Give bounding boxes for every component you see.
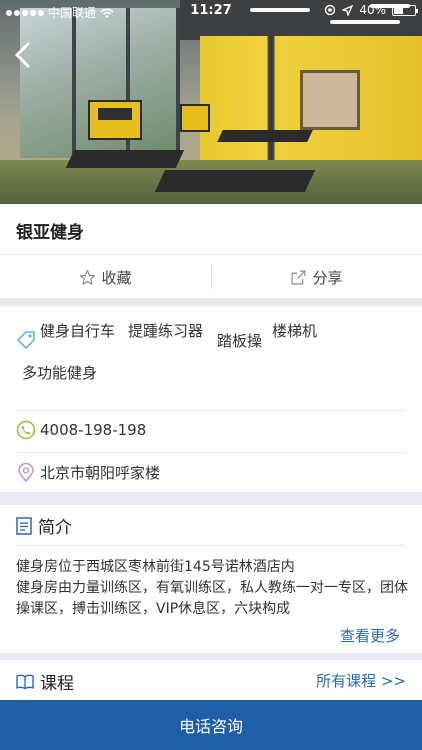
- divider: [16, 545, 406, 546]
- phone-icon: [16, 420, 36, 440]
- see-more-link[interactable]: 查看更多: [340, 625, 400, 646]
- divider: [16, 410, 406, 411]
- address-row[interactable]: 北京市朝阳呼家楼: [16, 462, 160, 483]
- location-pin-icon: [18, 462, 34, 482]
- course-section: 课程 所有课程 >>: [0, 660, 422, 700]
- rotation-lock-icon: [325, 4, 336, 16]
- location-arrow-icon: [342, 4, 354, 16]
- star-icon: [80, 269, 96, 285]
- info-section: 健身自行车 提踵练习器 踏板操 楼梯机 多功能健身 4008-198-198 北…: [0, 306, 422, 492]
- treadmill-console: [88, 100, 142, 140]
- facility-tag: 踏板操: [217, 332, 263, 350]
- gym-hero-image: 中国联通 11:27 40%: [0, 0, 422, 204]
- course-title: 课程: [40, 674, 74, 694]
- share-icon: [292, 270, 306, 284]
- facility-tag: 楼梯机: [272, 322, 318, 340]
- treadmill-screen: [98, 108, 132, 120]
- facility-tag: 多功能健身: [22, 364, 98, 382]
- address-text: 北京市朝阳呼家楼: [40, 464, 161, 482]
- favorite-button[interactable]: 收藏: [0, 255, 211, 299]
- phone-row[interactable]: 4008-198-198: [16, 420, 146, 440]
- share-button[interactable]: 分享: [211, 255, 422, 299]
- favorite-label: 收藏: [101, 268, 132, 287]
- chevron-left-icon[interactable]: [10, 40, 36, 70]
- intro-section: 简介 健身房位于西城区枣林前街145号诺林酒店内 健身房由力量训练区，有氧训练区…: [0, 505, 422, 653]
- intro-description: 健身房位于西城区枣林前街145号诺林酒店内 健身房由力量训练区，有氧训练区，私人…: [16, 559, 408, 617]
- call-consult-button[interactable]: 电话咨询: [0, 700, 422, 750]
- divider: [16, 452, 406, 453]
- hero-poster: [300, 70, 360, 130]
- battery-percent: 40%: [359, 3, 386, 17]
- tag-icon: [17, 331, 35, 349]
- gym-name: 银亚健身: [16, 223, 84, 243]
- facility-tag: 提踵练习器: [128, 322, 204, 340]
- status-bar: 中国联通 11:27 40%: [0, 0, 422, 22]
- phone-number: 4008-198-198: [40, 421, 147, 439]
- document-icon: [16, 516, 32, 535]
- intro-title: 简介: [38, 518, 72, 538]
- treadmill-belt: [65, 150, 185, 168]
- treadmill-console: [180, 104, 210, 132]
- action-row: 收藏 分享: [0, 254, 422, 298]
- gym-title-section: 银亚健身: [0, 204, 422, 254]
- facility-tag: 健身自行车: [40, 322, 116, 340]
- share-label: 分享: [312, 268, 343, 287]
- battery-icon: [392, 4, 418, 16]
- all-courses-link[interactable]: 所有课程 >>: [316, 670, 406, 691]
- treadmill-belt: [154, 170, 316, 192]
- treadmill-belt: [217, 130, 313, 142]
- book-icon: [16, 674, 34, 689]
